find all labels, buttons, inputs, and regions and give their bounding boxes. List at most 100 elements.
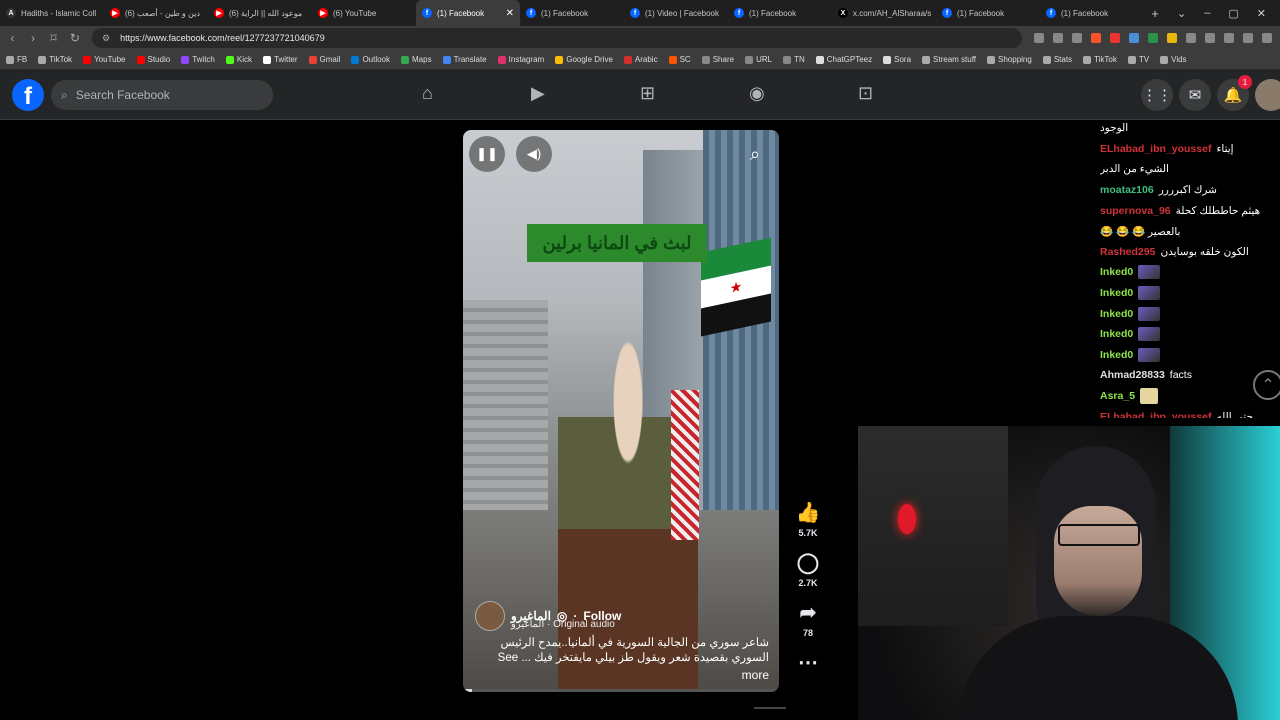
bookmark-item[interactable]: Translate (442, 55, 487, 64)
browser-tab[interactable]: Xx.com/AH_AlSharaa/s (832, 0, 936, 26)
bookmark-item[interactable]: Gmail (308, 55, 340, 64)
bookmark-item[interactable]: Google Drive (555, 55, 613, 64)
bookmark-item[interactable]: Kick (225, 55, 252, 64)
bookmark-item[interactable]: Studio (136, 55, 170, 64)
extensions-puzzle-icon[interactable] (1185, 33, 1196, 43)
browser-tab[interactable]: f (1) Facebook (520, 0, 624, 26)
bookmark-item[interactable]: URL (745, 55, 772, 64)
like-button[interactable]: 👍 5.7K (796, 500, 821, 538)
see-more-link[interactable]: more (475, 668, 769, 682)
new-tab-button[interactable]: + (1144, 6, 1166, 21)
bookmark-item[interactable]: Shopping (987, 55, 1032, 64)
volume-button[interactable]: ◀) (516, 136, 552, 172)
chat-username[interactable]: ELhabad_ibn_youssef (1100, 411, 1211, 418)
browser-tab[interactable]: A Hadiths - Islamic Coll (0, 0, 104, 26)
site-info-icon[interactable]: ⚙ (102, 33, 110, 44)
reload-icon[interactable]: ↻ (70, 31, 80, 45)
facebook-logo-icon[interactable]: f (12, 79, 44, 111)
groups-icon[interactable]: ◉ (749, 83, 765, 104)
bookmark-item[interactable]: TV (1127, 55, 1149, 64)
bookmark-item[interactable]: Maps (401, 55, 432, 64)
browser-tab[interactable]: ▶ (6) موعود الله || الراية (208, 0, 312, 26)
browser-tab[interactable]: ▶ (6) YouTube (312, 0, 416, 26)
browser-tab[interactable]: f (1) Facebook (1040, 0, 1144, 26)
notifications-icon[interactable]: 🔔 1 (1217, 75, 1252, 111)
browser-tab[interactable]: f (1) Facebook (728, 0, 832, 26)
bookmark-page-icon[interactable]: ⌑ (49, 31, 58, 45)
brave-shield-icon[interactable] (1090, 33, 1101, 43)
bookmark-item[interactable]: Sora (883, 55, 911, 64)
menu-icon[interactable] (1261, 33, 1272, 43)
bookmark-item[interactable]: TikTok (38, 55, 72, 64)
bookmark-item[interactable]: Instagram (497, 55, 544, 64)
sidebar-icon[interactable] (1204, 33, 1215, 43)
browser-tab[interactable]: f (1) Video | Facebook (624, 0, 728, 26)
maximize-icon[interactable]: ▢ (1228, 7, 1238, 20)
chat-username[interactable]: Inked0 (1100, 349, 1133, 361)
scroll-indicator (754, 707, 786, 709)
chat-username[interactable]: ELhabad_ibn_youssef (1100, 143, 1211, 155)
bookmark-item[interactable]: Stream stuff (922, 55, 976, 64)
video-icon[interactable]: ▶ (531, 83, 545, 104)
extension-icon[interactable] (1128, 33, 1139, 43)
browser-tab[interactable]: f (1) Facebook (936, 0, 1040, 26)
messenger-icon[interactable]: ✉ (1179, 79, 1211, 111)
search-box[interactable]: ⌕ Search Facebook (51, 80, 273, 110)
chat-username[interactable]: Inked0 (1100, 287, 1133, 299)
browser-tab[interactable]: ▶ (6) دين و طين - أصعب (104, 0, 208, 26)
video-progress[interactable] (463, 689, 779, 692)
menu-grid-icon[interactable]: ⋮⋮ (1141, 79, 1173, 111)
chat-username[interactable]: Ahmad28833 (1100, 369, 1165, 381)
forward-icon[interactable]: › (29, 31, 38, 45)
account-avatar[interactable] (1255, 79, 1280, 111)
extension-icon[interactable] (1147, 33, 1158, 43)
bookmark-item[interactable]: Arabic (623, 55, 658, 64)
chat-username[interactable]: supernova_96 (1100, 205, 1171, 217)
bookmark-item[interactable]: SC (668, 55, 691, 64)
home-icon[interactable]: ⌂ (422, 83, 433, 104)
close-tab-icon[interactable]: ✕ (506, 8, 514, 19)
share-button[interactable]: ➦ 78 (800, 600, 817, 638)
bookmark-item[interactable]: TikTok (1083, 55, 1117, 64)
chat-username[interactable]: Inked0 (1100, 328, 1133, 340)
tab-search-icon[interactable]: ⌄ (1177, 7, 1186, 20)
profile-icon[interactable] (1242, 33, 1253, 43)
cast-icon[interactable] (1033, 33, 1044, 43)
chat-username[interactable]: Asra_5 (1100, 390, 1135, 402)
bookmark-item[interactable]: Twitter (262, 55, 298, 64)
minimize-icon[interactable]: – (1204, 7, 1210, 20)
gaming-icon[interactable]: ⊡ (858, 83, 873, 104)
search-reel-icon[interactable]: ⌕ (737, 136, 773, 172)
bookmark-item[interactable]: YouTube (83, 55, 126, 64)
extension-icon[interactable] (1166, 33, 1177, 43)
brave-rewards-icon[interactable] (1109, 33, 1120, 43)
comment-button[interactable]: ◯ 2.7K (797, 550, 819, 588)
share-icon[interactable] (1071, 33, 1082, 43)
bookmark-item[interactable]: Share (701, 55, 734, 64)
browser-tab[interactable]: f (1) Facebook ✕ (416, 0, 520, 26)
back-icon[interactable]: ‹ (8, 31, 17, 45)
bookmark-item[interactable]: Stats (1042, 55, 1072, 64)
more-options-button[interactable]: ⋯ (798, 650, 818, 675)
marketplace-icon[interactable]: ⊞ (640, 83, 655, 104)
zoom-icon[interactable] (1052, 33, 1063, 43)
bookmark-item[interactable]: Twitch (181, 55, 215, 64)
chat-username[interactable]: Rashed295 (1100, 246, 1155, 258)
bookmark-item[interactable]: TN (783, 55, 805, 64)
search-input[interactable]: Search Facebook (76, 88, 170, 102)
url-bar[interactable]: ⚙ https://www.facebook.com/reel/12772377… (91, 28, 1022, 48)
chat-username[interactable]: Inked0 (1100, 308, 1133, 320)
audio-label[interactable]: الماغيرو · Original audio (511, 619, 769, 630)
close-window-icon[interactable]: ✕ (1257, 7, 1266, 20)
media-icon[interactable] (1223, 33, 1234, 43)
chat-scroll-up-icon[interactable]: ⌃ (1253, 370, 1280, 400)
pause-button[interactable]: ❚❚ (469, 136, 505, 172)
bookmark-item[interactable]: Vids (1160, 55, 1187, 64)
chat-username[interactable]: Inked0 (1100, 266, 1133, 278)
bookmark-item[interactable]: Outlook (351, 55, 390, 64)
chat-username[interactable]: moataz106 (1100, 184, 1154, 196)
bookmark-item[interactable]: ChatGPTeez (815, 55, 872, 64)
author-avatar[interactable] (475, 601, 505, 631)
bookmark-item[interactable]: FB (6, 55, 27, 64)
reel-video[interactable]: ★ لبث في المانيا برلين ❚❚ ◀) ⌕ الماغيرو … (463, 130, 779, 692)
